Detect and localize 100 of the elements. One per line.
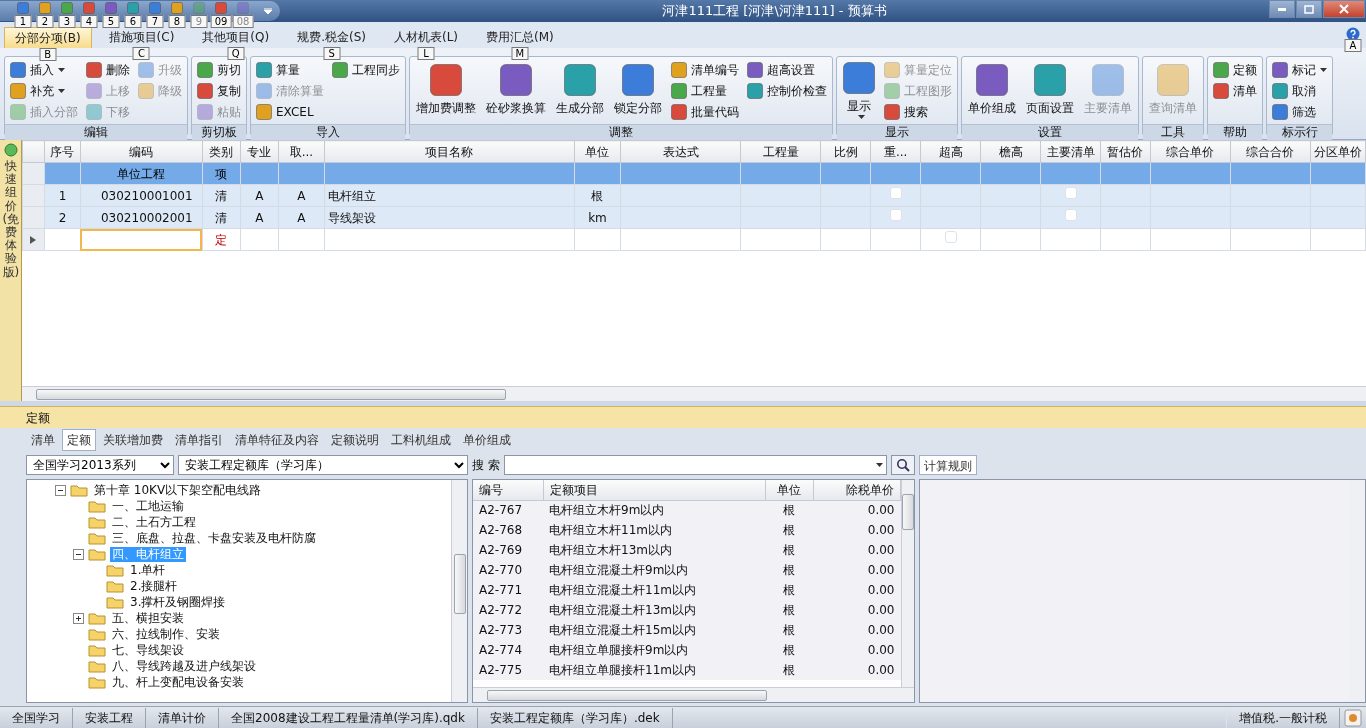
table-cell: 0.00: [813, 520, 901, 540]
ribbon-tab[interactable]: 措施项目(C): [97, 26, 186, 48]
ribbon-button[interactable]: 补充: [8, 80, 80, 101]
tab[interactable]: 清单: [26, 429, 60, 451]
ribbon-tab[interactable]: 人材机表(L): [382, 26, 470, 48]
ribbon-button[interactable]: 锁定分部: [611, 59, 665, 122]
tree-item[interactable]: 五、横担安装: [110, 610, 186, 626]
tab[interactable]: 清单特征及内容: [230, 429, 324, 451]
tree-item[interactable]: 三、底盘、拉盘、卡盘安装及电杆防腐: [110, 530, 318, 546]
tab[interactable]: 计算规则: [919, 455, 977, 475]
tree-item[interactable]: 二、土石方工程: [110, 514, 198, 530]
checkbox[interactable]: [1064, 208, 1077, 221]
ribbon-button[interactable]: 搜索: [882, 101, 954, 122]
ribbon-button[interactable]: 批量代码: [669, 101, 741, 122]
dropdown[interactable]: 全国学习2013系列: [26, 455, 174, 475]
tab[interactable]: 定额说明: [326, 429, 384, 451]
ribbon-button[interactable]: 超高设置: [745, 59, 829, 80]
ribbon-button[interactable]: 标记: [1270, 59, 1329, 80]
ribbon-button[interactable]: 剪切: [195, 59, 243, 80]
quick-access-button[interactable]: [14, 2, 32, 14]
ribbon-button[interactable]: 生成分部: [553, 59, 607, 122]
checkbox[interactable]: [889, 186, 902, 199]
tree-item[interactable]: 1.单杆: [128, 562, 168, 578]
quick-access-button[interactable]: [168, 2, 186, 14]
ribbon-button[interactable]: 砼砂浆换算: [483, 59, 549, 122]
restore-button[interactable]: [1296, 0, 1322, 18]
column-header: 综合单价: [1150, 140, 1231, 163]
search-button[interactable]: [891, 455, 915, 475]
horizontal-scrollbar[interactable]: [473, 687, 914, 702]
ribbon-button[interactable]: 增加费调整: [413, 59, 479, 122]
quick-access-button[interactable]: [124, 2, 142, 14]
column-header: 除税单价: [813, 480, 901, 500]
quick-access-button[interactable]: [80, 2, 98, 14]
caret-icon: [876, 463, 883, 467]
table-row[interactable]: 定: [22, 228, 1366, 251]
ribbon-button[interactable]: 清单编号: [669, 59, 741, 80]
ribbon-tab[interactable]: 其他项目(Q): [191, 26, 281, 48]
expand-icon[interactable]: [73, 612, 84, 624]
ribbon-tab[interactable]: 规费.税金(S): [286, 26, 377, 48]
table-row[interactable]: 2 030210002001 清 A A 导线架设 km: [22, 206, 1366, 229]
tree-item[interactable]: 七、导线架设: [110, 642, 186, 658]
keytip: A: [1344, 39, 1362, 52]
folder-icon: [106, 595, 124, 609]
table-row[interactable]: 1 030210001001 清 A A 电杆组立 根: [22, 184, 1366, 207]
quick-access-button[interactable]: [36, 2, 54, 14]
ribbon-button[interactable]: 筛选: [1270, 101, 1329, 122]
tree-item[interactable]: 八、导线跨越及进户线架设: [110, 658, 258, 674]
ribbon-button[interactable]: 插入: [8, 59, 80, 80]
ribbon-button[interactable]: 复制: [195, 80, 243, 101]
checkbox[interactable]: [1064, 186, 1077, 199]
ribbon-button[interactable]: 显示: [840, 59, 878, 122]
keytip: 3: [58, 15, 76, 28]
ribbon-button[interactable]: 页面设置: [1023, 59, 1077, 122]
ribbon-tab[interactable]: 费用汇总(M): [475, 26, 565, 48]
checkbox[interactable]: [889, 208, 902, 221]
ribbon-button[interactable]: 清单: [1211, 80, 1259, 101]
ribbon-button[interactable]: 控制价检查: [745, 80, 829, 101]
quick-access-button[interactable]: [212, 2, 230, 14]
vertical-scrollbar[interactable]: [901, 480, 914, 687]
tree-item[interactable]: 九、杆上变配电设备安装: [110, 674, 246, 690]
tree-item[interactable]: 六、拉线制作、安装: [110, 626, 222, 642]
tab[interactable]: 关联增加费: [98, 429, 168, 451]
ribbon-button[interactable]: 单价组成: [965, 59, 1019, 122]
vertical-scrollbar[interactable]: [451, 480, 467, 702]
quick-access-button[interactable]: [146, 2, 164, 14]
tree-item[interactable]: 2.接腿杆: [128, 578, 180, 594]
keytip: 4: [80, 15, 98, 28]
ribbon-button[interactable]: 定额: [1211, 59, 1259, 80]
square-icon: [237, 2, 249, 14]
minimize-button[interactable]: [1269, 0, 1295, 18]
active-cell[interactable]: [80, 228, 203, 251]
tab[interactable]: 清单指引: [170, 429, 228, 451]
group-label: 标示行: [1267, 124, 1332, 140]
table-row[interactable]: 单位工程 项: [22, 162, 1366, 185]
tree-item[interactable]: 一、工地运输: [110, 498, 186, 514]
quick-access-button[interactable]: [102, 2, 120, 14]
collapse-icon[interactable]: [55, 484, 66, 496]
checkbox[interactable]: [944, 230, 957, 243]
close-button[interactable]: [1323, 0, 1365, 18]
ribbon-button[interactable]: 删除: [84, 59, 132, 80]
tree-item[interactable]: 第十章 10KV以下架空配电线路: [92, 482, 264, 498]
search-icon: [896, 458, 910, 472]
folder-icon: [106, 579, 124, 593]
ribbon-tab[interactable]: 分部分项(B): [4, 27, 92, 48]
ribbon-button[interactable]: 工程同步: [330, 59, 402, 80]
table-cell: 0.00: [813, 500, 901, 520]
ribbon-button[interactable]: 取消: [1270, 80, 1329, 101]
table-cell: A2-770: [473, 560, 544, 580]
search-field[interactable]: [503, 455, 887, 475]
tree-item[interactable]: 3.撑杆及钢圈焊接: [128, 594, 228, 610]
quick-access-button[interactable]: [58, 2, 76, 14]
dropdown[interactable]: 安装工程定额库（学习库）: [178, 455, 468, 475]
collapse-icon[interactable]: [73, 548, 84, 560]
tab[interactable]: 定额: [62, 429, 96, 451]
ribbon-button[interactable]: 工程量: [669, 80, 741, 101]
ribbon-button[interactable]: EXCEL: [254, 101, 326, 122]
horizontal-scrollbar[interactable]: [22, 386, 1366, 401]
tab[interactable]: 单价组成: [458, 429, 516, 451]
tab[interactable]: 工料机组成: [386, 429, 456, 451]
ribbon-button[interactable]: 算量: [254, 59, 326, 80]
